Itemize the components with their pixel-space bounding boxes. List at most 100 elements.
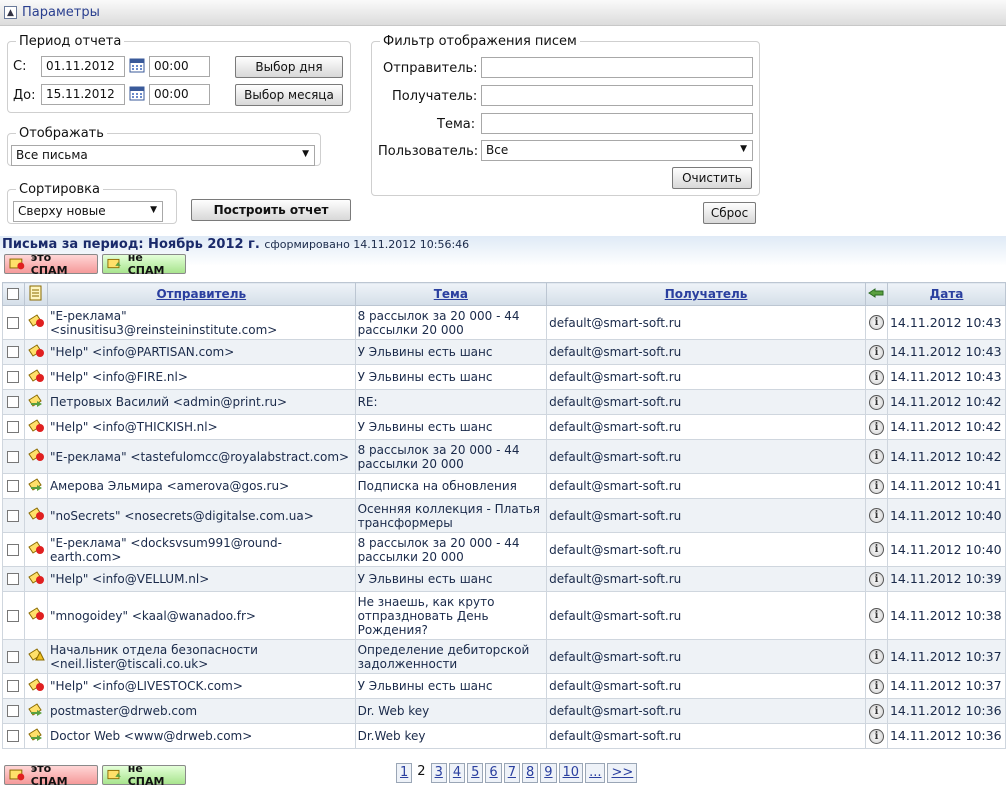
- info-icon[interactable]: i: [868, 649, 884, 664]
- info-icon[interactable]: i: [868, 728, 884, 744]
- info-cell[interactable]: i: [864, 339, 888, 365]
- info-cell[interactable]: i: [864, 591, 888, 640]
- row-checkbox-cell[interactable]: [2, 723, 25, 749]
- info-cell[interactable]: i: [864, 364, 888, 390]
- info-icon[interactable]: i: [868, 608, 884, 623]
- info-cell[interactable]: i: [864, 566, 888, 592]
- page-link[interactable]: 5: [467, 763, 484, 783]
- reset-button[interactable]: Сброс: [703, 202, 756, 224]
- row-checkbox[interactable]: [7, 509, 20, 522]
- row-checkbox-cell[interactable]: [2, 439, 25, 474]
- info-icon[interactable]: i: [868, 678, 884, 694]
- date-column-header[interactable]: Дата: [886, 282, 1006, 306]
- page-link[interactable]: 10: [558, 763, 584, 783]
- info-icon[interactable]: i: [868, 542, 884, 557]
- mark-spam-button-top[interactable]: это СПАМ: [4, 251, 98, 277]
- info-icon[interactable]: i: [868, 419, 884, 435]
- info-icon[interactable]: i: [868, 703, 884, 719]
- row-checkbox-cell[interactable]: [2, 364, 25, 390]
- row-checkbox[interactable]: [7, 730, 20, 742]
- mark-ham-button-top[interactable]: не СПАМ: [102, 251, 186, 277]
- row-checkbox-cell[interactable]: [2, 639, 25, 674]
- info-cell[interactable]: i: [864, 498, 888, 533]
- info-cell[interactable]: i: [864, 698, 888, 724]
- info-cell[interactable]: i: [864, 439, 888, 474]
- params-header[interactable]: ▲ Параметры: [0, 0, 1006, 26]
- clear-filter-button[interactable]: Очистить: [672, 167, 752, 189]
- table-row[interactable]: "Help" <info@PARTISAN.com> У Эльвины есть…: [2, 339, 1006, 365]
- page-link[interactable]: 1: [396, 763, 413, 783]
- sort-select[interactable]: Сверху новые ▼: [13, 201, 163, 222]
- mark-ham-button-bottom[interactable]: не СПАМ: [102, 762, 186, 788]
- row-checkbox[interactable]: [7, 346, 20, 358]
- sender-column-header[interactable]: Отправитель: [46, 282, 356, 306]
- page-link[interactable]: 9: [540, 763, 557, 783]
- row-checkbox-cell[interactable]: [2, 305, 25, 340]
- page-link[interactable]: >>: [607, 763, 638, 783]
- table-row[interactable]: postmaster@drweb.com Dr. Web key default@s…: [2, 698, 1006, 724]
- info-cell[interactable]: i: [864, 305, 888, 340]
- info-icon[interactable]: i: [868, 369, 884, 385]
- row-checkbox-cell[interactable]: [2, 473, 25, 499]
- mark-spam-button-bottom[interactable]: это СПАМ: [4, 762, 98, 788]
- calendar-icon[interactable]: [129, 57, 145, 73]
- display-select[interactable]: Все письма ▼: [11, 145, 315, 166]
- row-checkbox[interactable]: [7, 450, 20, 463]
- table-row[interactable]: "E-реклама" <sinusitisu3@reinsteininstit…: [2, 305, 1006, 340]
- row-checkbox-cell[interactable]: [2, 339, 25, 365]
- table-row[interactable]: Начальник отдела безопасности <neil.list…: [2, 639, 1006, 674]
- table-row[interactable]: Doctor Web <www@drweb.com> Dr.Web key defa…: [2, 723, 1006, 749]
- row-checkbox[interactable]: [7, 650, 20, 663]
- info-icon[interactable]: i: [868, 508, 884, 523]
- row-checkbox[interactable]: [7, 573, 20, 585]
- row-checkbox[interactable]: [7, 680, 20, 692]
- info-icon[interactable]: i: [868, 571, 884, 587]
- row-checkbox-cell[interactable]: [2, 673, 25, 699]
- recipient-filter-input[interactable]: [481, 85, 753, 106]
- select-all-header[interactable]: [2, 282, 25, 306]
- page-link[interactable]: 2: [414, 763, 428, 783]
- table-row[interactable]: "mnogoidey" <kaal@wanadoo.fr> Не знаешь, …: [2, 591, 1006, 640]
- info-cell[interactable]: i: [864, 473, 888, 499]
- info-cell[interactable]: i: [864, 389, 888, 415]
- row-checkbox-cell[interactable]: [2, 389, 25, 415]
- row-checkbox[interactable]: [7, 480, 20, 492]
- table-row[interactable]: "Help" <info@FIRE.nl> У Эльвины есть шанс…: [2, 364, 1006, 390]
- row-checkbox[interactable]: [7, 396, 20, 408]
- subject-column-header[interactable]: Тема: [354, 282, 548, 306]
- info-icon[interactable]: i: [868, 315, 884, 330]
- recipient-column-header[interactable]: Получатель: [546, 282, 866, 306]
- table-row[interactable]: Амерова Эльмира <amerova@gos.ru> Подписка…: [2, 473, 1006, 499]
- page-link[interactable]: 4: [448, 763, 466, 783]
- table-row[interactable]: "E-реклама" <docksvsum991@round-earth.co…: [2, 532, 1006, 567]
- month-select-button[interactable]: Выбор месяца: [235, 84, 343, 106]
- row-checkbox-cell[interactable]: [2, 591, 25, 640]
- select-all-checkbox[interactable]: [7, 288, 20, 300]
- table-row[interactable]: "Help" <info@LIVESTOCK.com> У Эльвины ест…: [2, 673, 1006, 699]
- info-cell[interactable]: i: [864, 639, 888, 674]
- table-row[interactable]: "noSecrets" <nosecrets@digitalse.com.ua>…: [2, 498, 1006, 533]
- page-link[interactable]: 3: [430, 763, 447, 783]
- table-row[interactable]: "Help" <info@VELLUM.nl> У Эльвины есть ша…: [2, 566, 1006, 592]
- calendar-icon[interactable]: [129, 85, 145, 101]
- table-row[interactable]: "E-реклама" <tastefulomcc@royalabstract.…: [2, 439, 1006, 474]
- sender-filter-input[interactable]: [481, 57, 753, 78]
- info-icon[interactable]: i: [868, 478, 884, 494]
- row-checkbox[interactable]: [7, 316, 20, 329]
- from-date-input[interactable]: 01.11.2012: [41, 56, 125, 77]
- info-cell[interactable]: i: [864, 414, 888, 440]
- user-filter-select[interactable]: Все ▼: [481, 140, 753, 161]
- row-checkbox-cell[interactable]: [2, 566, 25, 592]
- row-checkbox-cell[interactable]: [2, 698, 25, 724]
- row-checkbox[interactable]: [7, 371, 20, 383]
- subject-filter-input[interactable]: [481, 113, 753, 134]
- table-row[interactable]: Петровых Василий <admin@print.ru> RE: defa…: [2, 389, 1006, 415]
- row-checkbox-cell[interactable]: [2, 532, 25, 567]
- collapse-icon[interactable]: ▲: [4, 6, 17, 19]
- row-checkbox[interactable]: [7, 543, 20, 556]
- page-link[interactable]: 7: [503, 763, 520, 783]
- info-cell[interactable]: i: [864, 673, 888, 699]
- row-checkbox-cell[interactable]: [2, 414, 25, 440]
- info-cell[interactable]: i: [864, 723, 888, 749]
- row-checkbox[interactable]: [7, 609, 20, 622]
